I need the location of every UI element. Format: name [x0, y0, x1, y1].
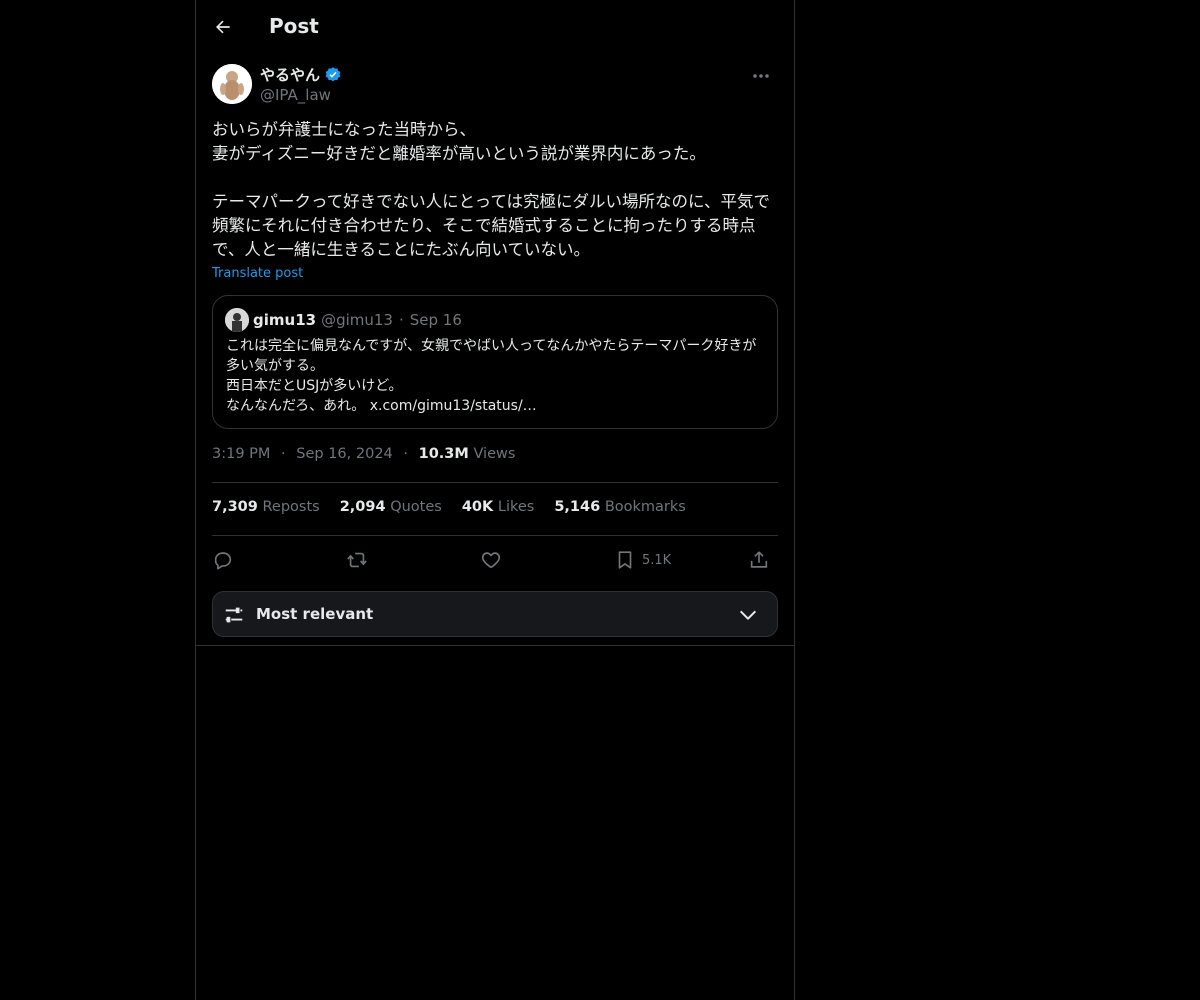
quotes-count: 2,094	[339, 499, 386, 515]
separator-dot: ·	[398, 311, 404, 329]
more-options-button[interactable]	[744, 64, 778, 88]
sort-label: Most relevant	[256, 605, 374, 623]
translate-post-link[interactable]: Translate post	[212, 266, 303, 281]
sliders-icon	[225, 607, 243, 623]
likes-label: Likes	[497, 499, 535, 515]
reposts-count: 7,309	[212, 499, 258, 515]
like-button[interactable]	[480, 544, 502, 576]
separator-dot: ·	[403, 446, 408, 462]
verified-badge-icon	[325, 66, 341, 81]
quotes-stat[interactable]: 2,094 Quotes	[340, 499, 442, 515]
views-label: Views	[473, 446, 516, 462]
quote-author-avatar	[225, 308, 249, 332]
post-time[interactable]: 3:19 PM	[212, 446, 270, 462]
quote-text: これは完全に偏見なんですが、女親でやばい人ってなんかやたらテーマパーク好きが多い…	[226, 338, 757, 414]
bookmark-icon	[618, 551, 632, 569]
chevron-down-icon	[739, 610, 757, 620]
divider	[212, 482, 778, 483]
share-icon	[750, 551, 768, 568]
author-avatar[interactable]	[212, 64, 252, 104]
quotes-label: Quotes	[390, 499, 442, 515]
repost-icon	[347, 552, 367, 568]
bookmark-count: 5.1K	[642, 552, 672, 568]
quote-author-name: gimu13	[253, 311, 317, 329]
author-handle[interactable]: @IPA_law	[260, 86, 331, 104]
reposts-stat[interactable]: 7,309 Reposts	[212, 499, 320, 515]
post-date[interactable]: Sep 16, 2024	[296, 446, 393, 462]
separator-dot: ·	[281, 446, 286, 462]
engagement-stats: 7,309 Reposts 2,094 Quotes 40K Likes 5,1…	[212, 499, 686, 515]
views-count: 10.3M	[418, 446, 469, 462]
divider	[196, 645, 794, 646]
reply-sort-dropdown[interactable]: Most relevant	[212, 591, 778, 637]
author-display-name[interactable]: やるやん	[260, 64, 320, 85]
repost-button[interactable]	[346, 544, 368, 576]
divider	[212, 535, 778, 536]
quote-author-handle: @gimu13	[321, 311, 393, 329]
bookmark-button[interactable]: 5.1K	[614, 544, 671, 576]
quoted-post[interactable]: gimu13 @gimu13 · Sep 16 これは完全に偏見なんですが、女親…	[212, 295, 778, 429]
post-header: Post	[196, 0, 794, 54]
likes-stat[interactable]: 40K Likes	[462, 499, 535, 515]
reply-button[interactable]	[212, 544, 234, 576]
reposts-label: Reposts	[262, 499, 320, 515]
bookmarks-label: Bookmarks	[604, 499, 686, 515]
bookmarks-count: 5,146	[554, 499, 601, 515]
arrow-left-icon	[216, 20, 230, 34]
action-bar: 5.1K	[212, 544, 778, 576]
reply-icon	[214, 552, 232, 570]
heart-icon	[481, 552, 501, 569]
share-button[interactable]	[748, 544, 770, 576]
more-dots-icon	[753, 74, 769, 78]
main-column: Post やるやん @IPA_law おいらが弁護士になった当時から、 妻がディ…	[195, 0, 795, 1000]
post-author: やるやん @IPA_law	[212, 64, 778, 106]
page-title: Post	[269, 14, 319, 38]
bookmarks-stat[interactable]: 5,146 Bookmarks	[554, 499, 686, 515]
back-button[interactable]	[206, 10, 240, 44]
post-meta: 3:19 PM · Sep 16, 2024 · 10.3M Views	[212, 446, 515, 462]
likes-count: 40K	[461, 499, 494, 515]
post-text: おいらが弁護士になった当時から、 妻がディズニー好きだと離婚率が高いという説が業…	[212, 120, 771, 259]
avatar-image	[212, 64, 252, 104]
quote-date: Sep 16	[409, 311, 462, 329]
